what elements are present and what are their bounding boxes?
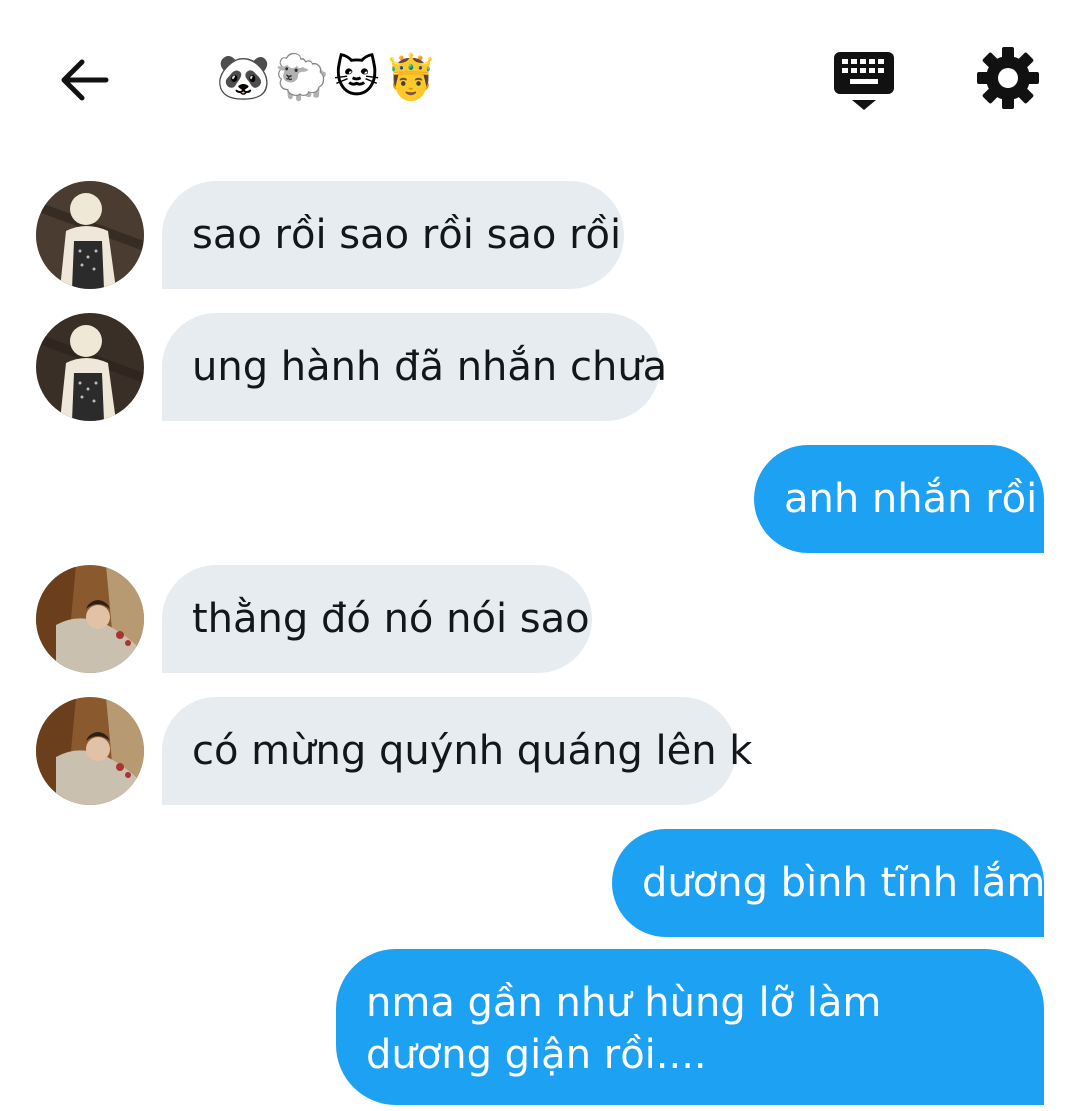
message-bubble-incoming[interactable]: sao rồi sao rồi sao rồi: [162, 181, 624, 289]
gear-icon: [977, 47, 1039, 109]
message-text: có mừng quýnh quáng lên k: [192, 728, 753, 774]
avatar-blonde-boy[interactable]: [36, 181, 144, 289]
avatar-dark-hair-boy[interactable]: [36, 697, 144, 805]
back-button[interactable]: [54, 50, 114, 110]
title-emoji: 🐼: [216, 52, 271, 103]
message-text: nma gần như hùng lỡ làm dương giận rồi..…: [366, 980, 882, 1078]
message-bubble-incoming[interactable]: ung hành đã nhắn chưa: [162, 313, 667, 421]
conversation-header: 🐼 🐑 🐱 🤴: [0, 0, 1080, 150]
avatar-dark-hair-boy[interactable]: [36, 565, 144, 673]
avatar-blonde-boy[interactable]: [36, 313, 144, 421]
keyboard-icon: [834, 52, 894, 110]
title-emoji: 🤴: [383, 52, 439, 103]
conversation-title[interactable]: 🐼 🐑 🐱 🤴: [216, 48, 438, 108]
arrow-left-icon: [61, 59, 109, 101]
message-bubble-incoming[interactable]: có mừng quýnh quáng lên k: [162, 697, 752, 805]
message-bubble-outgoing[interactable]: nma gần như hùng lỡ làm dương giận rồi..…: [336, 949, 1044, 1105]
message-text: dương bình tĩnh lắm: [642, 860, 1046, 906]
title-emoji: 🐑: [274, 52, 330, 103]
message-bubble-outgoing[interactable]: dương bình tĩnh lắm: [612, 829, 1046, 937]
message-text: thằng đó nó nói sao: [192, 596, 590, 642]
message-bubble-outgoing[interactable]: anh nhắn rồi: [754, 445, 1044, 553]
keyboard-toggle-button[interactable]: [830, 48, 898, 114]
title-emoji: 🐱: [333, 52, 380, 103]
dm-conversation-screen: 🐼 🐑 🐱 🤴 sao rồi sao rồi sao rồi ung hành…: [0, 0, 1080, 1111]
settings-button[interactable]: [976, 46, 1040, 110]
message-text: ung hành đã nhắn chưa: [192, 344, 668, 390]
message-text: sao rồi sao rồi sao rồi: [192, 212, 622, 258]
message-text: anh nhắn rồi: [784, 476, 1038, 522]
message-bubble-incoming[interactable]: thằng đó nó nói sao: [162, 565, 592, 673]
